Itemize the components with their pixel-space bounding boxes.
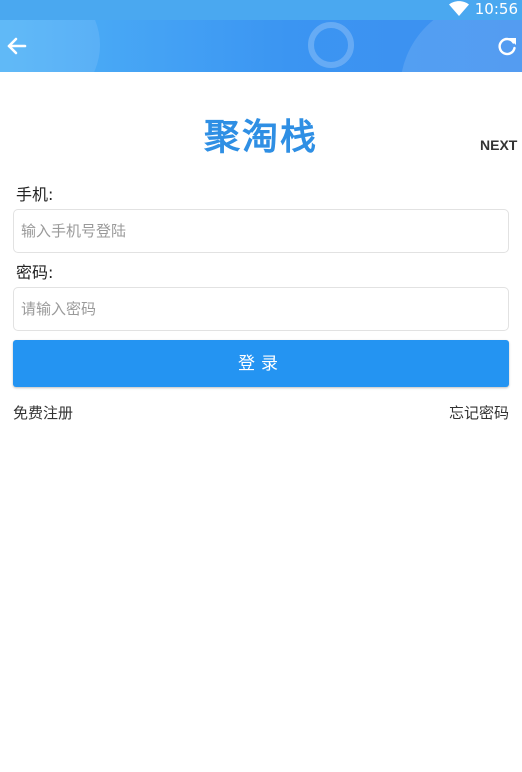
forgot-password-link[interactable]: 忘记密码 (449, 402, 509, 423)
app-title: 聚淘栈 (203, 117, 318, 158)
back-button[interactable] (4, 33, 30, 59)
header-decoration-ring (308, 22, 354, 68)
refresh-icon (498, 37, 516, 56)
password-label: 密码: (16, 263, 54, 282)
wifi-icon (449, 1, 469, 16)
status-bar: 10:56 (0, 0, 522, 20)
next-link[interactable]: NEXT (480, 137, 517, 153)
status-time: 10:56 (474, 0, 518, 18)
login-button[interactable]: 登录 (13, 340, 509, 387)
phone-input[interactable] (13, 209, 509, 253)
register-link[interactable]: 免费注册 (13, 402, 73, 423)
app-header (0, 20, 522, 72)
refresh-button[interactable] (496, 35, 518, 57)
arrow-left-icon (7, 37, 27, 55)
phone-label: 手机: (16, 185, 54, 204)
password-input[interactable] (13, 287, 509, 331)
